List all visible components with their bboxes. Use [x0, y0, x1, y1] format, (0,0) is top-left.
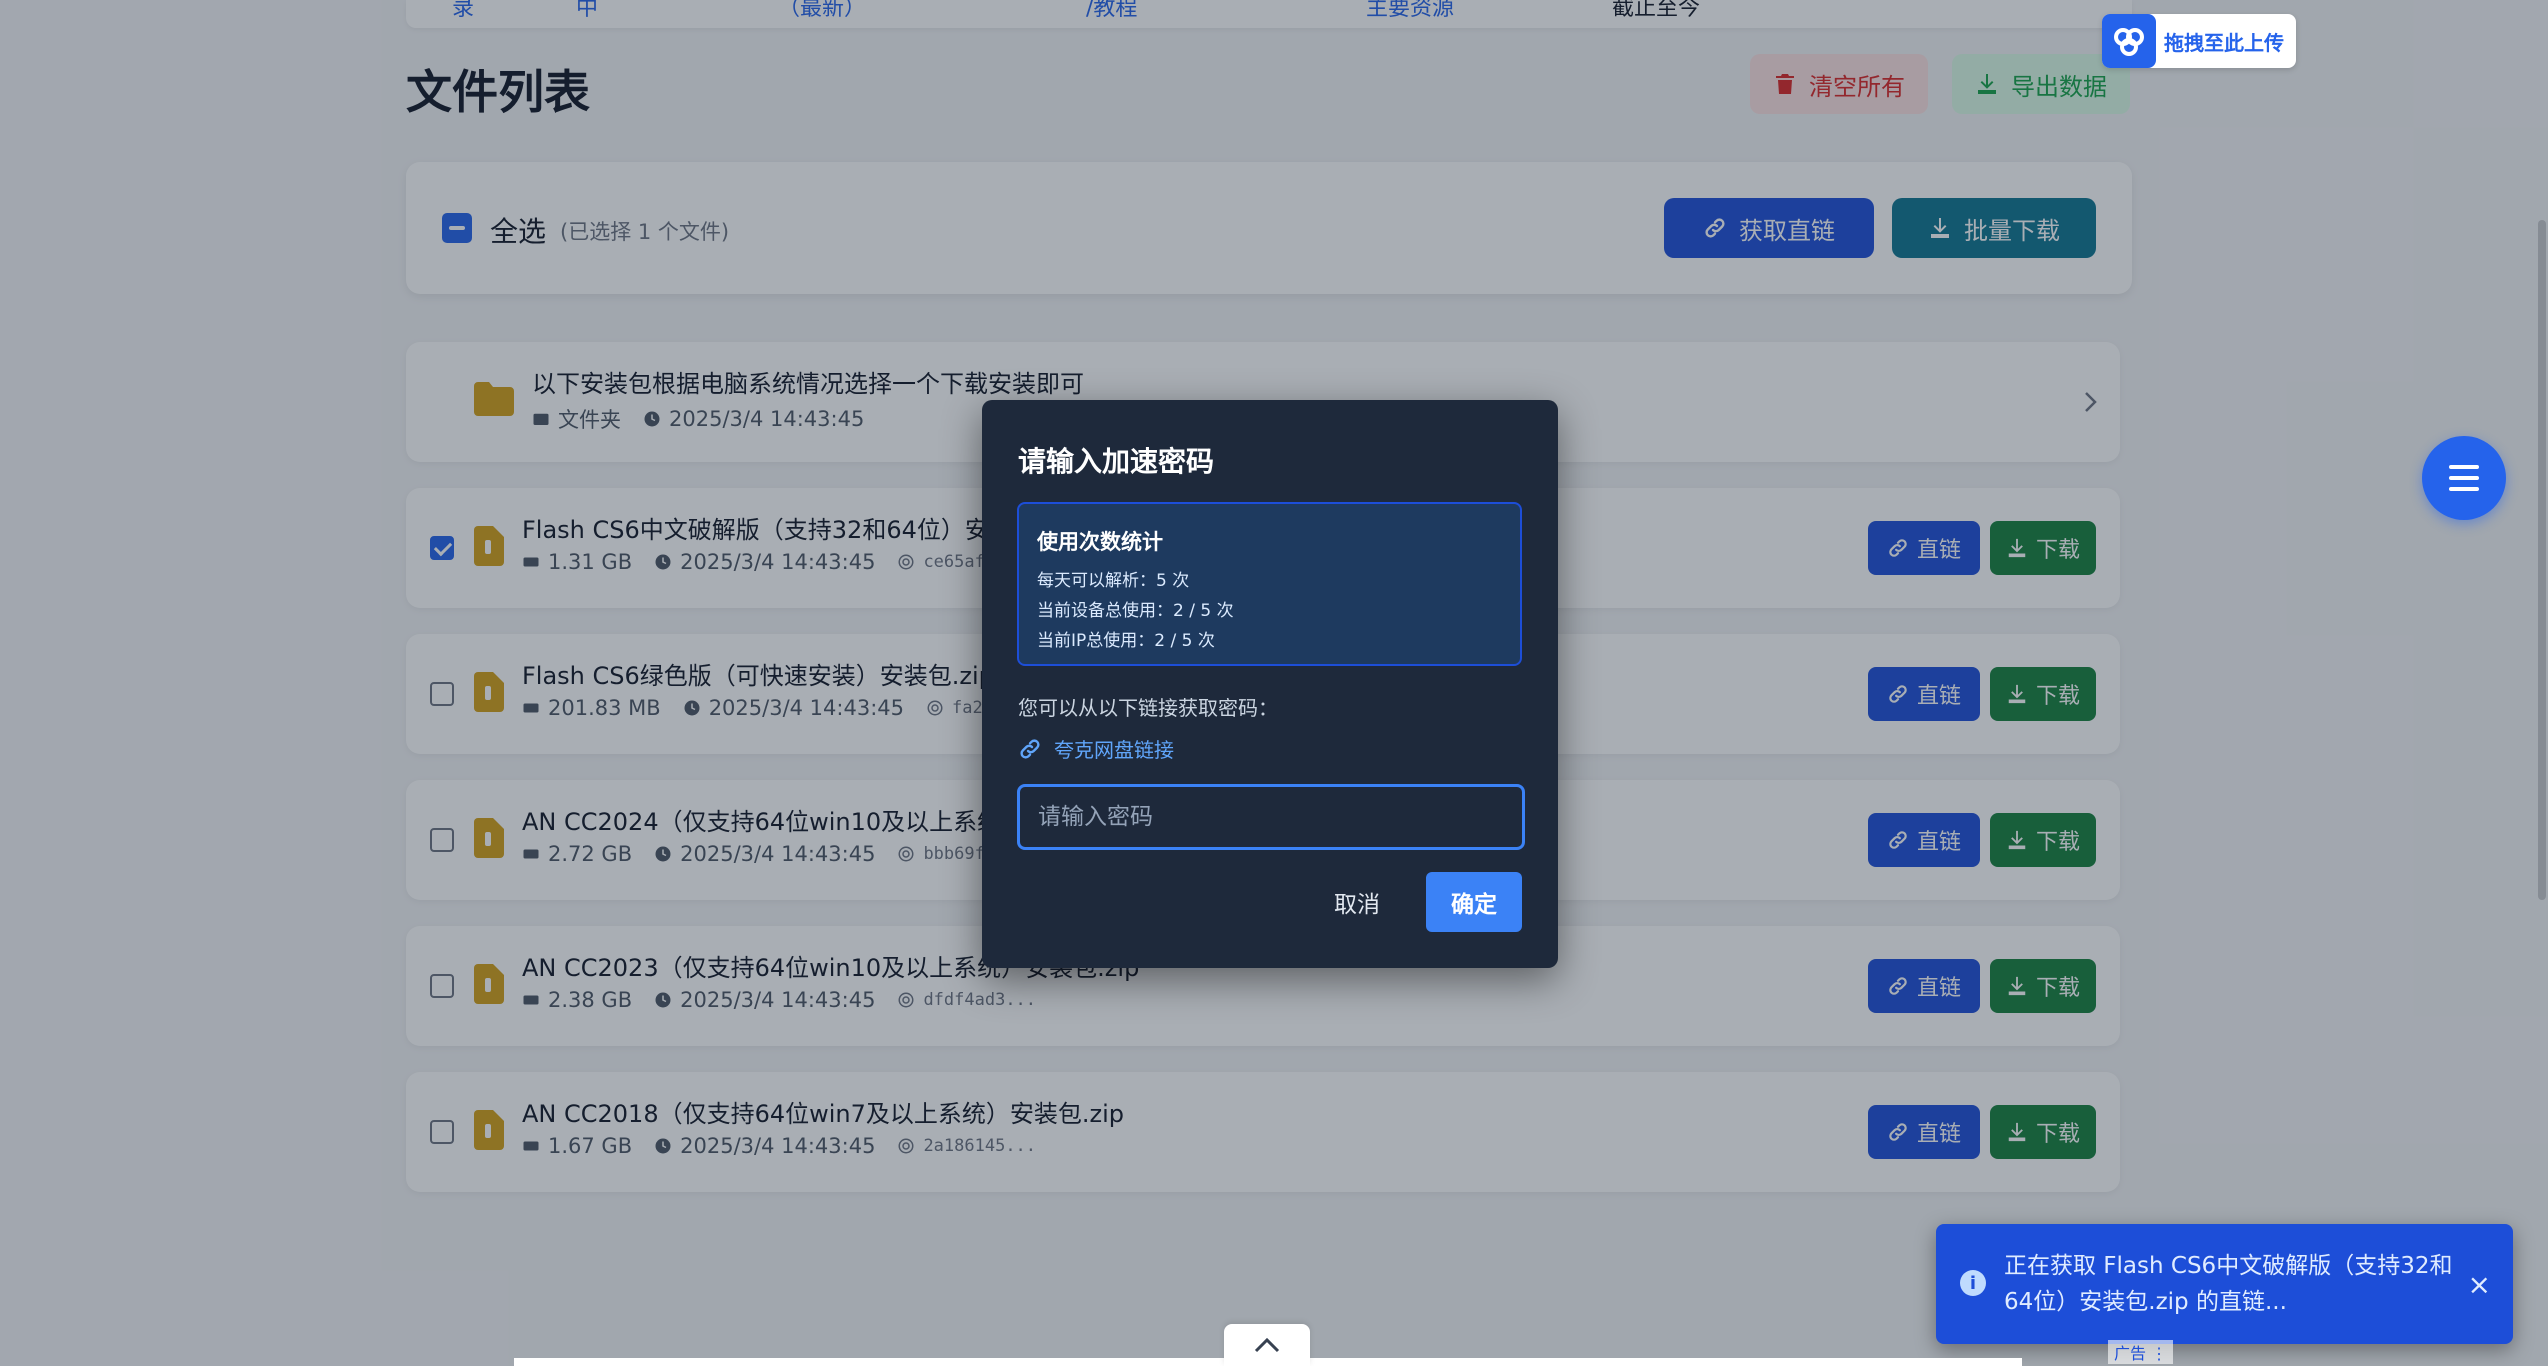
floating-menu-button[interactable]: [2422, 436, 2506, 520]
chevron-up-icon: [1254, 1337, 1280, 1353]
link-icon: [1020, 738, 1040, 759]
stats-device: 当前设备总使用：2 / 5 次: [1037, 601, 1234, 621]
drag-upload-badge[interactable]: 拖拽至此上传: [2102, 14, 2296, 68]
quark-link[interactable]: 夸克网盘链接: [1018, 734, 1174, 763]
toast-message: 正在获取 Flash CS6中文破解版（支持32和64位）安装包.zip 的直链…: [2004, 1253, 2453, 1315]
info-toast: i 正在获取 Flash CS6中文破解版（支持32和64位）安装包.zip 的…: [1936, 1224, 2513, 1344]
drag-upload-label: 拖拽至此上传: [2164, 30, 2284, 55]
cloud-upload-icon: [2102, 14, 2156, 68]
dialog-title: 请输入加速密码: [1018, 445, 1215, 478]
password-input[interactable]: [1017, 784, 1525, 850]
stats-ip: 当前IP总使用：2 / 5 次: [1037, 631, 1215, 651]
ad-label[interactable]: 广告 ⋮: [2108, 1340, 2174, 1364]
quark-link-label: 夸克网盘链接: [1054, 738, 1174, 762]
usage-stats-title: 使用次数统计: [1037, 530, 1163, 554]
usage-stats-box: 使用次数统计 每天可以解析：5 次 当前设备总使用：2 / 5 次 当前IP总使…: [1017, 502, 1522, 666]
stats-daily: 每天可以解析：5 次: [1037, 571, 1190, 591]
page: 录 中 （最新） /教程 主要资源 截止至今 文件列表 清空所有 导出数据 全选…: [0, 0, 2548, 1366]
menu-icon: [2449, 465, 2479, 491]
scroll-top-button[interactable]: [1224, 1324, 1310, 1366]
password-dialog: 请输入加速密码 使用次数统计 每天可以解析：5 次 当前设备总使用：2 / 5 …: [982, 400, 1558, 968]
info-icon: i: [1960, 1270, 1986, 1296]
cancel-button[interactable]: 取消: [1322, 872, 1392, 932]
close-icon[interactable]: ×: [2468, 1268, 2491, 1301]
password-hint: 您可以从以下链接获取密码：: [1018, 696, 1278, 720]
confirm-button[interactable]: 确定: [1426, 872, 1522, 932]
